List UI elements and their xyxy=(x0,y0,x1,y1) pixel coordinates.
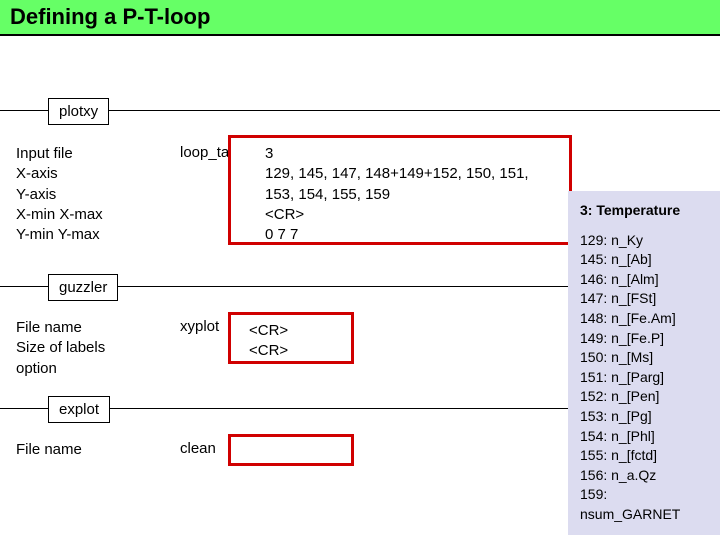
input-line: <CR> xyxy=(265,205,535,225)
param-label: X-axis xyxy=(16,164,103,184)
plotxy-params: Input file X-axis Y-axis X-min X-max Y-m… xyxy=(16,144,103,245)
guzzler-command: xyplot xyxy=(180,318,219,335)
input-line: 0 7 7 xyxy=(265,225,535,245)
section-tag-guzzler: guzzler xyxy=(48,274,118,301)
explot-input-box xyxy=(228,434,354,466)
legend-line: 153: n_[Pg] xyxy=(580,407,710,427)
slide-title: Defining a P-T-loop xyxy=(0,0,720,36)
input-line: 129, 145, 147, 148+149+152, 150, 151, 15… xyxy=(265,164,535,205)
legend-line: 150: n_[Ms] xyxy=(580,348,710,368)
input-line: 3 xyxy=(265,144,535,164)
legend-line: 147: n_[FSt] xyxy=(580,289,710,309)
legend-line: 159: nsum_GARNET xyxy=(580,485,710,524)
section-tag-plotxy: plotxy xyxy=(48,98,109,125)
legend-line: 148: n_[Fe.Am] xyxy=(580,309,710,329)
legend-line: 146: n_[Alm] xyxy=(580,270,710,290)
param-label: Input file xyxy=(16,144,103,164)
param-label: File name xyxy=(16,318,105,338)
legend-line: 151: n_[Parg] xyxy=(580,368,710,388)
guzzler-params: File name Size of labels option xyxy=(16,318,105,379)
legend-line: 149: n_[Fe.P] xyxy=(580,329,710,349)
legend-line: 152: n_[Pen] xyxy=(580,387,710,407)
legend-line: 155: n_[fctd] xyxy=(580,446,710,466)
param-label: X-min X-max xyxy=(16,205,103,225)
legend-line: 145: n_[Ab] xyxy=(580,250,710,270)
plotxy-input-box: 3 129, 145, 147, 148+149+152, 150, 151, … xyxy=(228,135,572,245)
legend-title: 3: Temperature xyxy=(580,201,710,221)
legend-panel: 3: Temperature 129: n_Ky 145: n_[Ab] 146… xyxy=(568,191,720,535)
param-label: Y-axis xyxy=(16,185,103,205)
param-label: Y-min Y-max xyxy=(16,225,103,245)
guzzler-input-box: <CR> <CR> xyxy=(228,312,354,364)
param-label: Size of labels xyxy=(16,338,105,358)
input-line: <CR> xyxy=(249,321,333,341)
legend-line: 156: n_a.Qz xyxy=(580,466,710,486)
slide-body: plotxy Input file X-axis Y-axis X-min X-… xyxy=(0,36,720,56)
param-label: File name xyxy=(16,440,82,460)
param-label: option xyxy=(16,359,105,379)
explot-params: File name xyxy=(16,440,82,460)
explot-command: clean xyxy=(180,440,216,457)
input-line: <CR> xyxy=(249,341,333,361)
legend-line: 129: n_Ky xyxy=(580,231,710,251)
section-tag-explot: explot xyxy=(48,396,110,423)
legend-line: 154: n_[Phl] xyxy=(580,427,710,447)
